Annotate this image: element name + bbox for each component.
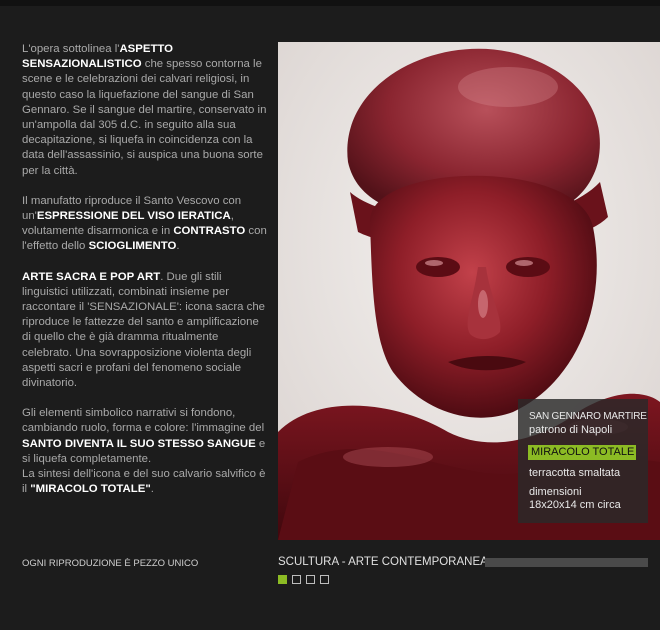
text-run: L'opera sottolinea l': [22, 43, 120, 55]
pager-dot-1[interactable]: [278, 575, 287, 584]
gallery-pager: [278, 575, 329, 584]
text-run: . Due gli stili linguistici utilizzati, …: [22, 270, 266, 390]
category-title: SCULTURA - ARTE CONTEMPORANEA: [278, 556, 488, 568]
description-paragraph-1: L'opera sottolinea l'ASPETTO SENSAZIONAL…: [22, 42, 267, 179]
emphasis: "MIRACOLO TOTALE": [30, 483, 151, 496]
emphasis: SCIOGLIMENTO: [88, 240, 177, 253]
text-run: .: [176, 240, 180, 253]
unique-piece-note: OGNI RIPRODUZIONE È PEZZO UNICO: [22, 558, 199, 569]
caption-highlight: MIRACOLO TOTALE: [528, 445, 636, 460]
emphasis: ESPRESSIONE DEL VISO IERATICA: [36, 210, 231, 223]
emphasis: CONTRASTO: [173, 225, 246, 238]
caption-material: terracotta smaltata: [529, 467, 621, 479]
caption-subtitle: patrono di Napoli: [529, 424, 613, 436]
description-paragraph-2: Il manufatto riproduce il Santo Vescovo …: [22, 194, 267, 255]
caption-title: SAN GENNARO MARTIRE: [529, 411, 647, 422]
text-run: Gli elementi simbolico narrativi si fond…: [22, 407, 265, 435]
caption-dimensions-value: 18x20x14 cm circa: [529, 499, 621, 511]
description-paragraph-3: ARTE SACRA E POP ART. Due gli stili ling…: [22, 270, 267, 392]
caption-dimensions-label: dimensioni: [529, 486, 582, 498]
text-run: che spesso contorna le scene e le celebr…: [22, 58, 267, 177]
pager-dot-4[interactable]: [320, 575, 329, 584]
pager-dot-2[interactable]: [292, 575, 301, 584]
description-paragraph-4: Gli elementi simbolico narrativi si fond…: [22, 406, 267, 497]
pager-dot-3[interactable]: [306, 575, 315, 584]
text-run: .: [150, 483, 154, 496]
description-text: L'opera sottolinea l'ASPETTO SENSAZIONAL…: [22, 42, 267, 512]
top-bar: [0, 0, 660, 6]
emphasis: SANTO DIVENTA IL SUO STESSO SANGUE: [22, 437, 256, 450]
progress-track: [485, 558, 648, 567]
emphasis: ARTE SACRA E POP ART: [22, 270, 161, 283]
caption-box: SAN GENNARO MARTIRE patrono di Napoli MI…: [518, 399, 648, 523]
